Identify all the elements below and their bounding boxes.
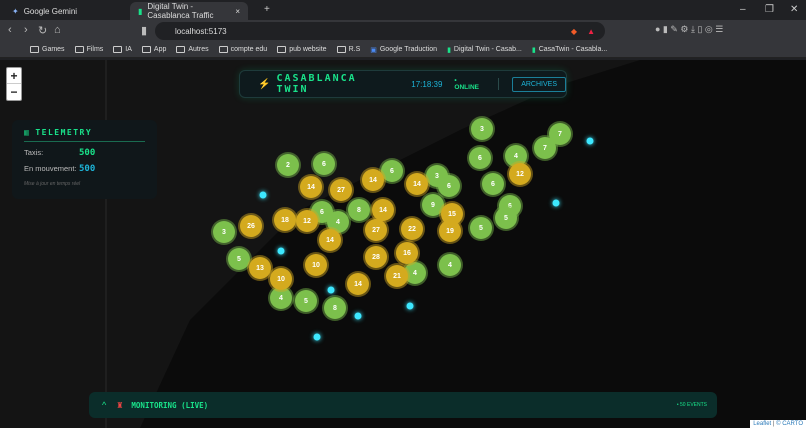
bookmark-folder[interactable]: Autres bbox=[176, 46, 209, 53]
cluster-marker[interactable]: 14 bbox=[347, 273, 369, 295]
reload-icon[interactable]: ↻ bbox=[38, 24, 47, 37]
cluster-marker[interactable]: 19 bbox=[439, 220, 461, 242]
cluster-marker[interactable]: 12 bbox=[296, 210, 318, 232]
cluster-marker[interactable]: 8 bbox=[324, 297, 346, 319]
taxi-marker[interactable] bbox=[259, 191, 267, 199]
bookmark-folder[interactable]: Games bbox=[30, 46, 65, 53]
zoom-control: + − bbox=[6, 67, 22, 101]
bookmark-link[interactable]: ▮ CasaTwin - Casabla... bbox=[532, 46, 607, 54]
favicon-icon: ▮ bbox=[138, 6, 143, 16]
cluster-marker[interactable]: 5 bbox=[295, 290, 317, 312]
minimize-icon[interactable]: – bbox=[740, 4, 746, 15]
cluster-marker[interactable]: 7 bbox=[534, 137, 556, 159]
cluster-marker[interactable]: 10 bbox=[270, 268, 292, 290]
taxi-marker[interactable] bbox=[313, 333, 321, 341]
cluster-marker[interactable]: 28 bbox=[365, 246, 387, 268]
tab-digital-twin[interactable]: ▮ Digital Twin - Casablanca Traffic × bbox=[130, 2, 248, 20]
tab-bar: ✦ Google Gemini ▮ Digital Twin - Casablanc… bbox=[0, 0, 806, 20]
cluster-marker[interactable]: 27 bbox=[330, 179, 352, 201]
app-header: ⚡ CASABLANCA TWIN 17:18:39 • ONLINE ARCH… bbox=[239, 70, 567, 98]
cluster-marker[interactable]: 14 bbox=[362, 169, 384, 191]
cluster-marker[interactable]: 2 bbox=[277, 154, 299, 176]
bookmark-folder[interactable]: R.S bbox=[336, 46, 360, 53]
chevron-up-icon[interactable]: ^ bbox=[102, 400, 106, 410]
bookmarks-bar: Games Films IA App Autres compte edu pub… bbox=[0, 42, 806, 58]
cluster-marker[interactable]: 14 bbox=[406, 173, 428, 195]
address-bar[interactable]: localhost:5173 ◆ ▲ bbox=[155, 22, 605, 40]
cluster-marker[interactable]: 26 bbox=[240, 215, 262, 237]
bookmark-folder[interactable]: compte edu bbox=[218, 46, 267, 53]
alarm-icon: ♜ bbox=[116, 400, 124, 410]
cluster-marker[interactable]: 6 bbox=[313, 153, 335, 175]
bookmark-link[interactable]: ▮ Digital Twin - Casab... bbox=[447, 46, 522, 54]
cluster-marker[interactable]: 5 bbox=[470, 217, 492, 239]
bolt-icon: ⚡ bbox=[258, 78, 271, 90]
bookmark-folder[interactable]: pub website bbox=[277, 46, 327, 53]
bookmark-folder[interactable]: Films bbox=[74, 46, 103, 53]
cluster-marker[interactable]: 22 bbox=[401, 218, 423, 240]
cluster-marker[interactable]: 16 bbox=[396, 242, 418, 264]
cluster-marker[interactable]: 12 bbox=[509, 163, 531, 185]
bookmark-folder[interactable]: App bbox=[141, 46, 166, 53]
zoom-out-button[interactable]: − bbox=[7, 84, 21, 100]
moving-count: 500 bbox=[79, 164, 96, 174]
cluster-marker[interactable]: 21 bbox=[386, 265, 408, 287]
cluster-marker[interactable]: 6 bbox=[438, 175, 460, 197]
monitoring-bar[interactable]: ^ ♜ MONITORING (LIVE) • 50 EVENTS bbox=[89, 392, 717, 418]
close-window-icon[interactable]: ✕ bbox=[790, 4, 798, 15]
archives-button[interactable]: ARCHIVES bbox=[512, 76, 566, 92]
cluster-marker[interactable]: 4 bbox=[270, 287, 292, 309]
extensions-icons[interactable]: ● ▮ ✎ ⚙ ⤓ ▯ ◎ ☰ bbox=[655, 24, 723, 35]
taxi-marker[interactable] bbox=[586, 137, 594, 145]
close-tab-icon[interactable]: × bbox=[235, 7, 240, 16]
cluster-marker[interactable]: 10 bbox=[305, 254, 327, 276]
forward-icon[interactable]: › bbox=[24, 24, 28, 36]
cluster-marker[interactable]: 13 bbox=[249, 257, 271, 279]
back-icon[interactable]: ‹ bbox=[8, 24, 12, 36]
restore-icon[interactable]: ❐ bbox=[765, 4, 774, 15]
taxis-count: 500 bbox=[79, 148, 96, 158]
cluster-marker[interactable]: 5 bbox=[228, 248, 250, 270]
taxi-marker[interactable] bbox=[327, 286, 335, 294]
status-badge: • ONLINE bbox=[454, 77, 479, 91]
taxi-marker[interactable] bbox=[277, 247, 285, 255]
new-tab-icon[interactable]: + bbox=[264, 4, 270, 15]
taxi-marker[interactable] bbox=[354, 312, 362, 320]
taxi-marker[interactable] bbox=[552, 199, 560, 207]
home-icon[interactable]: ⌂ bbox=[54, 24, 61, 36]
gemini-icon: ✦ bbox=[12, 6, 19, 16]
leaflet-link[interactable]: Leaflet bbox=[753, 421, 771, 427]
carto-link[interactable]: © CARTO bbox=[776, 421, 803, 427]
cluster-marker[interactable]: 6 bbox=[482, 173, 504, 195]
cluster-marker[interactable]: 14 bbox=[300, 176, 322, 198]
cluster-marker[interactable]: 14 bbox=[319, 229, 341, 251]
rewards-icon[interactable]: ▲ bbox=[587, 27, 595, 36]
cluster-marker[interactable]: 8 bbox=[348, 199, 370, 221]
divider bbox=[498, 78, 500, 90]
clock: 17:18:39 bbox=[411, 79, 443, 89]
cluster-marker[interactable]: 14 bbox=[372, 199, 394, 221]
telemetry-panel: ▥ TELEMETRY Taxis: 500 En mouvement: 500 Mi… bbox=[12, 120, 157, 199]
page-title: CASABLANCA TWIN bbox=[276, 73, 357, 95]
cluster-marker[interactable]: 18 bbox=[274, 209, 296, 231]
bookmark-link[interactable]: ▣ Google Traduction bbox=[370, 46, 437, 54]
cluster-marker[interactable]: 3 bbox=[213, 221, 235, 243]
map[interactable]: + − 3 7 7 2 6 6 4 6 3 6 6 9 6 5 5 8 6 4 3 5 4 4 4 5 8 14 27 14 14 12 1… bbox=[0, 60, 806, 428]
bookmark-icon[interactable]: ▮ bbox=[141, 24, 147, 37]
tab-gemini[interactable]: ✦ Google Gemini bbox=[4, 2, 85, 20]
cluster-marker[interactable]: 3 bbox=[471, 118, 493, 140]
taxi-marker[interactable] bbox=[406, 302, 414, 310]
browser-toolbar: ‹ › ↻ ⌂ ▮ localhost:5173 ◆ ▲ ● ▮ ✎ ⚙ ⤓ ▯… bbox=[0, 20, 806, 42]
cluster-marker[interactable]: 6 bbox=[469, 147, 491, 169]
cluster-marker[interactable]: 5 bbox=[495, 207, 517, 229]
bookmark-folder[interactable]: IA bbox=[113, 46, 132, 53]
chart-icon: ▥ bbox=[24, 128, 31, 137]
map-attribution: Leaflet | © CARTO bbox=[750, 420, 806, 428]
cluster-marker[interactable]: 4 bbox=[439, 254, 461, 276]
events-count: • 50 EVENTS bbox=[676, 402, 707, 408]
brave-icon[interactable]: ◆ bbox=[571, 27, 577, 36]
cluster-marker[interactable]: 27 bbox=[365, 219, 387, 241]
cluster-marker[interactable]: 6 bbox=[381, 160, 403, 182]
zoom-in-button[interactable]: + bbox=[7, 68, 21, 84]
